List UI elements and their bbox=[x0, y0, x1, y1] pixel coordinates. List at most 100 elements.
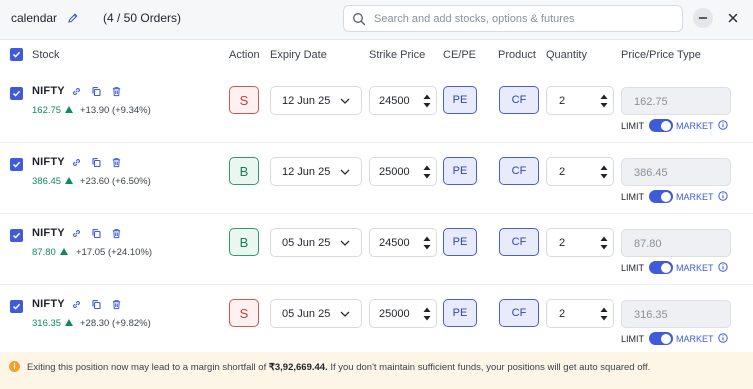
checkmark-icon bbox=[12, 90, 21, 97]
delete-icon[interactable] bbox=[111, 86, 122, 97]
option-type-toggle[interactable]: PE bbox=[443, 86, 477, 114]
limit-label: LIMIT bbox=[621, 263, 645, 273]
search-input[interactable] bbox=[374, 10, 674, 28]
limit-market-toggle[interactable] bbox=[649, 332, 673, 345]
quantity-input[interactable]: 2 bbox=[546, 86, 614, 115]
warning-text: Exiting this position now may lead to a … bbox=[27, 362, 650, 373]
select-all-checkbox[interactable] bbox=[10, 48, 23, 61]
delete-icon[interactable] bbox=[111, 157, 122, 168]
copy-icon[interactable] bbox=[91, 299, 102, 310]
stepper-arrows-icon[interactable] bbox=[600, 306, 608, 322]
ltp-value: 162.75 bbox=[32, 105, 62, 116]
stepper-arrows-icon[interactable] bbox=[600, 235, 608, 251]
row-checkbox[interactable] bbox=[10, 300, 23, 313]
quantity-input[interactable]: 2 bbox=[546, 299, 614, 328]
strike-value: 24500 bbox=[379, 95, 410, 107]
link-icon[interactable] bbox=[71, 228, 82, 239]
chevron-down-icon bbox=[340, 240, 350, 246]
info-icon[interactable] bbox=[718, 120, 728, 130]
row-checkbox[interactable] bbox=[10, 229, 23, 242]
stepper-arrows-icon[interactable] bbox=[600, 93, 608, 109]
minus-icon bbox=[698, 17, 708, 19]
minimize-button[interactable] bbox=[693, 8, 713, 28]
close-button[interactable] bbox=[723, 8, 743, 28]
info-icon[interactable] bbox=[718, 262, 728, 272]
price-change: +17.05 (+24.10%) bbox=[76, 247, 153, 258]
stock-symbol: NIFTY bbox=[32, 156, 65, 168]
warning-prefix: Exiting this position now may lead to a … bbox=[27, 362, 269, 373]
product-toggle[interactable]: CF bbox=[499, 228, 539, 256]
strike-price-input[interactable]: 24500 bbox=[369, 86, 437, 115]
order-row: NIFTY 87.80 +17.05 (+24.10%) B 05 Jun 25… bbox=[0, 214, 753, 285]
stepper-arrows-icon[interactable] bbox=[600, 164, 608, 180]
action-sell-button[interactable]: S bbox=[229, 299, 259, 327]
warning-suffix: If you don't maintain sufficient funds, … bbox=[327, 362, 651, 373]
option-type-toggle[interactable]: PE bbox=[443, 228, 477, 256]
info-icon[interactable] bbox=[718, 333, 728, 343]
stepper-arrows-icon[interactable] bbox=[423, 164, 431, 180]
row-checkbox[interactable] bbox=[10, 158, 23, 171]
option-type-toggle[interactable]: PE bbox=[443, 157, 477, 185]
product-toggle[interactable]: CF bbox=[499, 86, 539, 114]
price-input[interactable]: 386.45 bbox=[621, 158, 731, 186]
limit-market-toggle[interactable] bbox=[649, 190, 673, 203]
copy-icon[interactable] bbox=[91, 86, 102, 97]
chevron-down-icon bbox=[340, 169, 350, 175]
stepper-arrows-icon[interactable] bbox=[423, 93, 431, 109]
price-input[interactable]: 162.75 bbox=[621, 87, 731, 115]
price-value: 87.80 bbox=[634, 238, 662, 250]
action-sell-button[interactable]: S bbox=[229, 86, 259, 114]
up-arrow-icon bbox=[65, 319, 73, 326]
toggle-knob bbox=[661, 191, 671, 202]
delete-icon[interactable] bbox=[111, 228, 122, 239]
column-header-expiry: Expiry Date bbox=[270, 49, 327, 61]
price-value: 162.75 bbox=[634, 96, 668, 108]
action-buy-button[interactable]: B bbox=[229, 228, 259, 256]
product-toggle[interactable]: CF bbox=[499, 157, 539, 185]
price-change: +23.60 (+6.50%) bbox=[80, 176, 151, 187]
stepper-arrows-icon[interactable] bbox=[423, 235, 431, 251]
strike-value: 24500 bbox=[379, 237, 410, 249]
up-arrow-icon bbox=[65, 106, 73, 113]
link-icon[interactable] bbox=[71, 299, 82, 310]
link-icon[interactable] bbox=[71, 157, 82, 168]
link-icon[interactable] bbox=[71, 86, 82, 97]
market-label: MARKET bbox=[676, 334, 714, 344]
column-header-action: Action bbox=[229, 49, 260, 61]
strike-price-input[interactable]: 24500 bbox=[369, 228, 437, 257]
column-header-stock: Stock bbox=[32, 49, 60, 61]
option-type-toggle[interactable]: PE bbox=[443, 299, 477, 327]
up-arrow-icon bbox=[60, 248, 68, 255]
chevron-down-icon bbox=[340, 311, 350, 317]
margin-warning-banner: i Exiting this position now may lead to … bbox=[0, 352, 753, 389]
limit-market-toggle[interactable] bbox=[649, 261, 673, 274]
quantity-input[interactable]: 2 bbox=[546, 157, 614, 186]
stock-symbol: NIFTY bbox=[32, 298, 65, 310]
limit-label: LIMIT bbox=[621, 192, 645, 202]
action-buy-button[interactable]: B bbox=[229, 157, 259, 185]
expiry-select[interactable]: 05 Jun 25 bbox=[270, 228, 362, 257]
close-icon bbox=[728, 13, 738, 23]
toggle-knob bbox=[661, 120, 671, 131]
product-toggle[interactable]: CF bbox=[499, 299, 539, 327]
column-header-cepe: CE/PE bbox=[443, 49, 477, 61]
strike-price-input[interactable]: 25000 bbox=[369, 299, 437, 328]
search-box[interactable] bbox=[343, 5, 683, 32]
delete-icon[interactable] bbox=[111, 299, 122, 310]
strike-price-input[interactable]: 25000 bbox=[369, 157, 437, 186]
checkmark-icon bbox=[12, 51, 21, 58]
stepper-arrows-icon[interactable] bbox=[423, 306, 431, 322]
copy-icon[interactable] bbox=[91, 157, 102, 168]
expiry-select[interactable]: 05 Jun 25 bbox=[270, 299, 362, 328]
price-input[interactable]: 316.35 bbox=[621, 300, 731, 328]
copy-icon[interactable] bbox=[91, 228, 102, 239]
expiry-select[interactable]: 12 Jun 25 bbox=[270, 86, 362, 115]
limit-market-toggle[interactable] bbox=[649, 119, 673, 132]
expiry-select[interactable]: 12 Jun 25 bbox=[270, 157, 362, 186]
price-input[interactable]: 87.80 bbox=[621, 229, 731, 257]
row-checkbox[interactable] bbox=[10, 87, 23, 100]
quantity-input[interactable]: 2 bbox=[546, 228, 614, 257]
info-icon[interactable] bbox=[718, 191, 728, 201]
quantity-value: 2 bbox=[559, 308, 566, 320]
edit-pencil-icon[interactable] bbox=[67, 12, 79, 24]
